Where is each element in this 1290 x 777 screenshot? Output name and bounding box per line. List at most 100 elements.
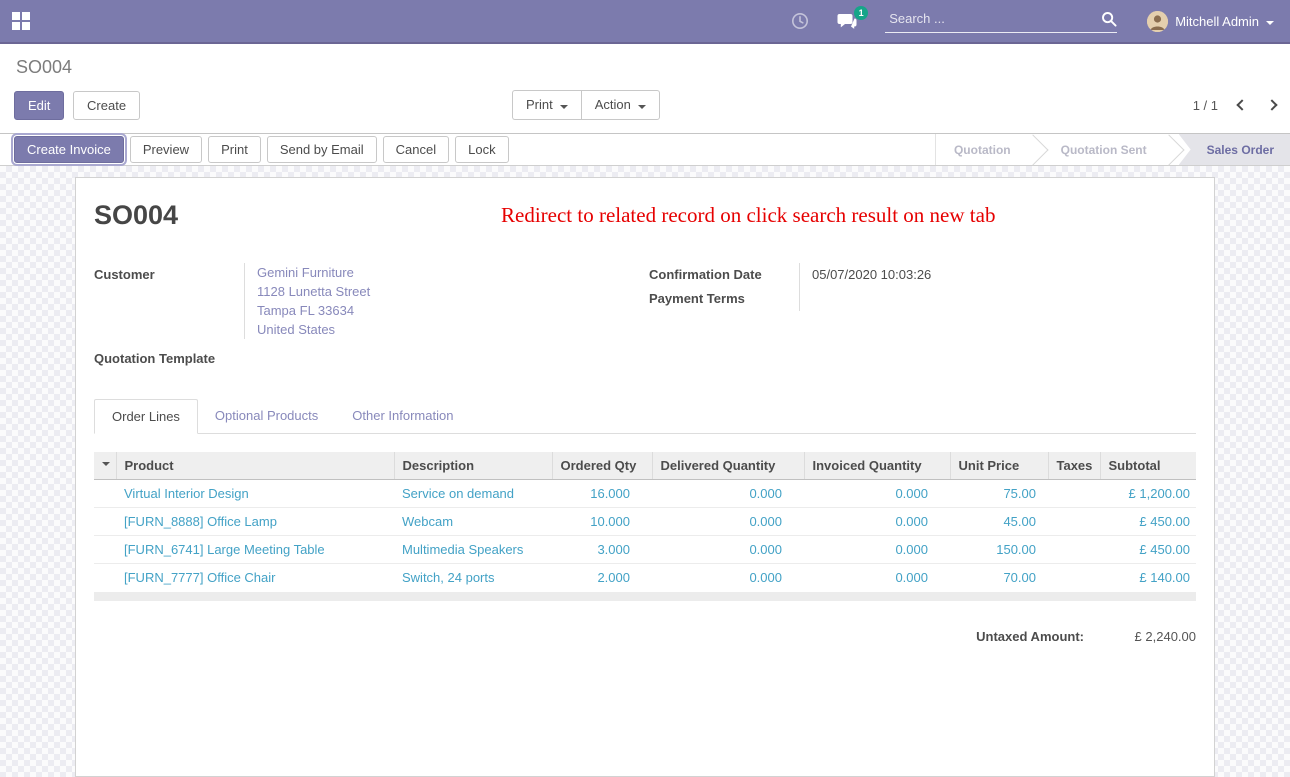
- untaxed-amount-label: Untaxed Amount:: [976, 629, 1084, 644]
- caret-down-icon: [638, 105, 646, 113]
- customer-street: 1128 Lunetta Street: [257, 282, 649, 301]
- quotation-template-value: [244, 347, 649, 371]
- cell-delivered-qty: 0.000: [652, 564, 804, 592]
- order-line-row[interactable]: Virtual Interior Design Service on deman…: [94, 480, 1196, 508]
- expand-columns-icon[interactable]: [102, 462, 110, 470]
- col-header-invoiced-quantity: Invoiced Quantity: [804, 452, 950, 480]
- status-steps: Quotation Quotation Sent Sales Order: [935, 134, 1290, 165]
- cell-delivered-qty: 0.000: [652, 536, 804, 564]
- global-search: [885, 9, 1117, 33]
- create-invoice-button[interactable]: Create Invoice: [14, 136, 124, 163]
- cell-invoiced-qty: 0.000: [804, 480, 950, 508]
- customer-value[interactable]: Gemini Furniture 1128 Lunetta Street Tam…: [244, 263, 649, 339]
- pager-previous-button[interactable]: [1236, 99, 1247, 110]
- totals-section: Untaxed Amount: £ 2,240.00: [94, 629, 1196, 644]
- status-step-quotation-sent[interactable]: Quotation Sent: [1043, 134, 1165, 165]
- cell-description: Service on demand: [394, 480, 552, 508]
- notebook-tabs: Order Lines Optional Products Other Info…: [94, 399, 1196, 434]
- activities-clock-icon[interactable]: [791, 12, 809, 30]
- cell-subtotal: £ 450.00: [1100, 536, 1196, 564]
- print-dropdown[interactable]: Print: [512, 90, 581, 120]
- tab-other-information[interactable]: Other Information: [335, 399, 470, 433]
- tab-order-lines[interactable]: Order Lines: [94, 399, 198, 434]
- form-sheet: SO004 Redirect to related record on clic…: [75, 177, 1215, 777]
- cell-taxes: [1048, 508, 1100, 536]
- print-dropdown-label: Print: [526, 97, 553, 112]
- order-line-row[interactable]: [FURN_6741] Large Meeting Table Multimed…: [94, 536, 1196, 564]
- col-header-delivered-quantity: Delivered Quantity: [652, 452, 804, 480]
- customer-label: Customer: [94, 263, 244, 339]
- cell-product: Virtual Interior Design: [116, 480, 394, 508]
- cell-description: Multimedia Speakers: [394, 536, 552, 564]
- apps-menu-icon[interactable]: [12, 12, 30, 30]
- status-step-quotation[interactable]: Quotation: [936, 134, 1029, 165]
- status-step-separator: [1165, 134, 1179, 165]
- cell-ordered-qty: 3.000: [552, 536, 652, 564]
- cell-ordered-qty: 10.000: [552, 508, 652, 536]
- cell-unit-price: 70.00: [950, 564, 1048, 592]
- cell-product: [FURN_6741] Large Meeting Table: [116, 536, 394, 564]
- lock-button[interactable]: Lock: [455, 136, 508, 163]
- cancel-button[interactable]: Cancel: [383, 136, 449, 163]
- preview-button[interactable]: Preview: [130, 136, 202, 163]
- table-footer-strip: [94, 592, 1196, 601]
- customer-country: United States: [257, 320, 649, 339]
- cell-product: [FURN_7777] Office Chair: [116, 564, 394, 592]
- tab-optional-products[interactable]: Optional Products: [198, 399, 335, 433]
- breadcrumb: SO004: [16, 57, 1290, 78]
- pager-count[interactable]: 1 / 1: [1193, 98, 1218, 113]
- send-by-email-button[interactable]: Send by Email: [267, 136, 377, 163]
- quotation-template-label: Quotation Template: [94, 347, 244, 371]
- table-header-row: Product Description Ordered Qty Delivere…: [94, 452, 1196, 480]
- status-step-sales-order[interactable]: Sales Order: [1179, 134, 1290, 165]
- cell-ordered-qty: 16.000: [552, 480, 652, 508]
- expand-columns-header[interactable]: [94, 452, 116, 480]
- search-input[interactable]: [885, 9, 1101, 28]
- messages-icon[interactable]: 1: [837, 13, 857, 30]
- cell-taxes: [1048, 480, 1100, 508]
- customer-city: Tampa FL 33634: [257, 301, 649, 320]
- cell-unit-price: 75.00: [950, 480, 1048, 508]
- cell-invoiced-qty: 0.000: [804, 536, 950, 564]
- cell-subtotal: £ 1,200.00: [1100, 480, 1196, 508]
- col-header-subtotal: Subtotal: [1100, 452, 1196, 480]
- col-header-unit-price: Unit Price: [950, 452, 1048, 480]
- col-header-taxes: Taxes: [1048, 452, 1100, 480]
- cell-handle: [94, 480, 116, 508]
- cell-handle: [94, 508, 116, 536]
- cell-invoiced-qty: 0.000: [804, 508, 950, 536]
- pager: 1 / 1: [1193, 98, 1276, 113]
- order-line-row[interactable]: [FURN_7777] Office Chair Switch, 24 port…: [94, 564, 1196, 592]
- order-lines-table: Product Description Ordered Qty Delivere…: [94, 452, 1196, 591]
- payment-terms-label: Payment Terms: [649, 287, 799, 311]
- caret-down-icon: [1266, 21, 1274, 29]
- cell-unit-price: 150.00: [950, 536, 1048, 564]
- cell-unit-price: 45.00: [950, 508, 1048, 536]
- form-statusbar: Create Invoice Preview Print Send by Ema…: [0, 133, 1290, 166]
- pager-next-button[interactable]: [1266, 99, 1277, 110]
- search-icon[interactable]: [1101, 11, 1117, 27]
- untaxed-amount-value: £ 2,240.00: [1084, 629, 1196, 644]
- order-line-row[interactable]: [FURN_8888] Office Lamp Webcam 10.000 0.…: [94, 508, 1196, 536]
- cell-description: Webcam: [394, 508, 552, 536]
- cell-product: [FURN_8888] Office Lamp: [116, 508, 394, 536]
- col-header-ordered-qty: Ordered Qty: [552, 452, 652, 480]
- cell-taxes: [1048, 564, 1100, 592]
- payment-terms-value: [812, 287, 1196, 311]
- cell-delivered-qty: 0.000: [652, 508, 804, 536]
- confirmation-date-label: Confirmation Date: [649, 263, 799, 287]
- action-dropdown-label: Action: [595, 97, 631, 112]
- user-menu[interactable]: Mitchell Admin: [1147, 11, 1274, 32]
- form-view-background: SO004 Redirect to related record on clic…: [0, 166, 1290, 777]
- caret-down-icon: [560, 105, 568, 113]
- customer-name[interactable]: Gemini Furniture: [257, 263, 649, 282]
- action-dropdown[interactable]: Action: [581, 90, 660, 120]
- print-button[interactable]: Print: [208, 136, 261, 163]
- status-step-separator: [1029, 134, 1043, 165]
- create-button[interactable]: Create: [73, 91, 140, 120]
- cell-handle: [94, 536, 116, 564]
- user-avatar: [1147, 11, 1168, 32]
- cell-handle: [94, 564, 116, 592]
- cell-invoiced-qty: 0.000: [804, 564, 950, 592]
- edit-button[interactable]: Edit: [14, 91, 64, 120]
